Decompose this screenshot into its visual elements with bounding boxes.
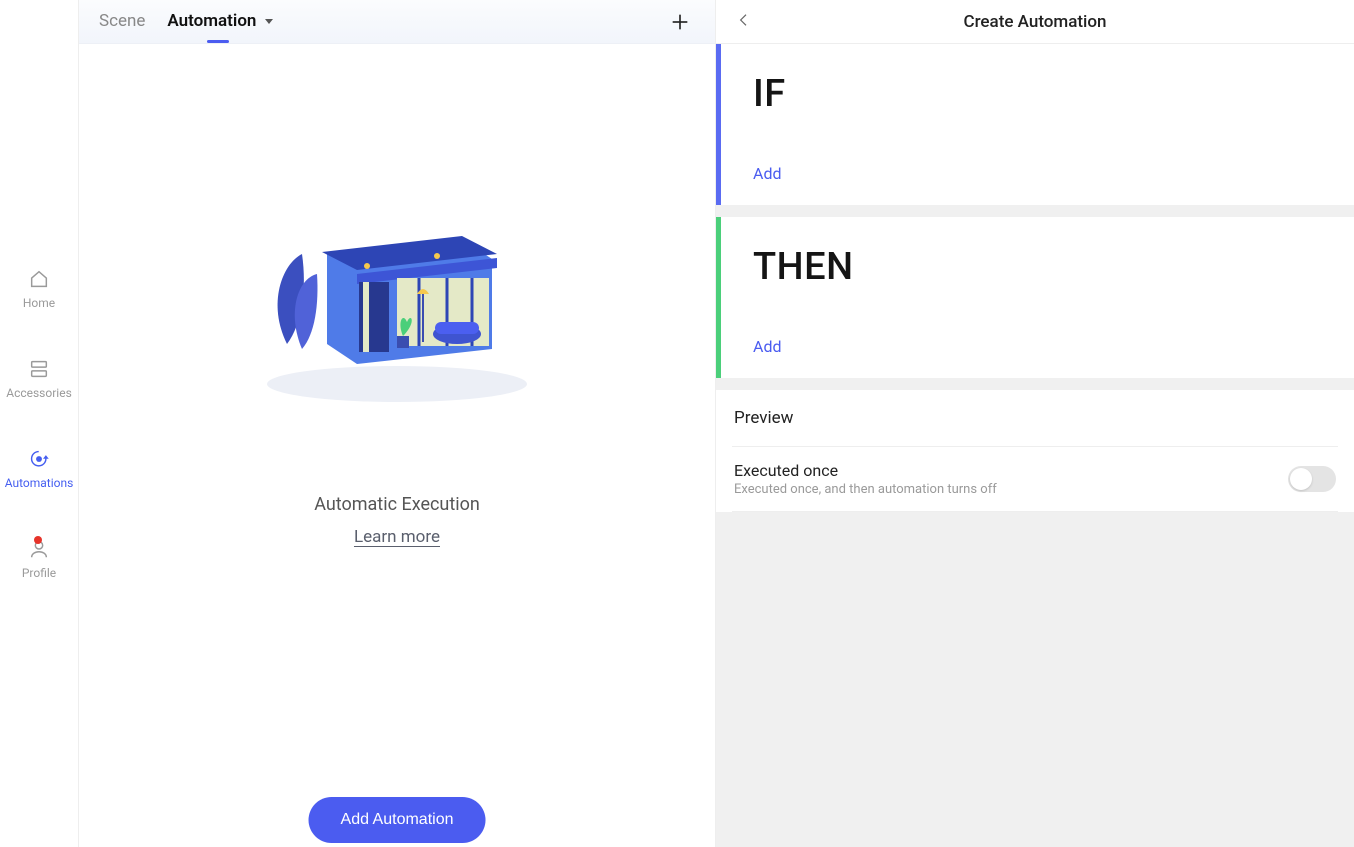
- panel-title: Create Automation: [716, 12, 1354, 32]
- sidebar-item-home[interactable]: Home: [23, 268, 55, 310]
- executed-once-title: Executed once: [734, 461, 1288, 480]
- preview-row[interactable]: Preview: [732, 390, 1338, 447]
- main-panel: Scene Automation: [78, 0, 716, 847]
- if-add-button[interactable]: Add: [753, 164, 781, 183]
- sidebar-item-label: Home: [23, 296, 55, 310]
- sidebar-item-label: Automations: [5, 476, 74, 490]
- chevron-left-icon: [736, 12, 752, 28]
- sidebar-item-label: Accessories: [6, 386, 72, 400]
- toggle-knob-icon: [1290, 468, 1312, 490]
- if-section: IF Add: [716, 44, 1354, 205]
- tab-automation[interactable]: Automation: [167, 11, 272, 33]
- learn-more-link[interactable]: Learn more: [354, 527, 440, 547]
- executed-once-toggle[interactable]: [1288, 466, 1336, 492]
- then-heading: THEN: [753, 245, 1322, 289]
- home-icon: [28, 268, 50, 290]
- add-button[interactable]: [665, 7, 695, 37]
- empty-state: Automatic Execution Learn more Add Autom…: [79, 44, 715, 847]
- right-header: Create Automation: [716, 0, 1354, 44]
- sidebar-item-automations[interactable]: Automations: [5, 448, 74, 490]
- empty-title: Automatic Execution: [314, 494, 480, 515]
- executed-once-row: Executed once Executed once, and then au…: [732, 447, 1338, 512]
- sidebar-item-label: Profile: [22, 566, 56, 580]
- notification-badge-icon: [34, 536, 42, 544]
- tab-automation-label: Automation: [167, 11, 256, 31]
- sidebar-item-profile[interactable]: Profile: [22, 538, 56, 580]
- then-section: THEN Add: [716, 217, 1354, 378]
- automation-settings: Preview Executed once Executed once, and…: [716, 390, 1354, 512]
- chevron-down-icon: [265, 19, 273, 24]
- tab-scene[interactable]: Scene: [99, 11, 145, 33]
- plus-icon: [669, 11, 691, 33]
- executed-once-subtitle: Executed once, and then automation turns…: [734, 482, 1288, 497]
- back-button[interactable]: [732, 8, 756, 36]
- automations-icon: [28, 448, 50, 470]
- create-automation-panel: Create Automation IF Add THEN Add Previe…: [716, 0, 1354, 847]
- add-automation-button[interactable]: Add Automation: [309, 797, 486, 843]
- sidebar: Home Accessories Automations Profile: [0, 0, 78, 847]
- accessories-icon: [28, 358, 50, 380]
- then-add-button[interactable]: Add: [753, 337, 781, 356]
- house-illustration-icon: [247, 194, 547, 404]
- if-heading: IF: [753, 72, 1322, 116]
- tab-bar: Scene Automation: [79, 0, 715, 44]
- sidebar-item-accessories[interactable]: Accessories: [6, 358, 72, 400]
